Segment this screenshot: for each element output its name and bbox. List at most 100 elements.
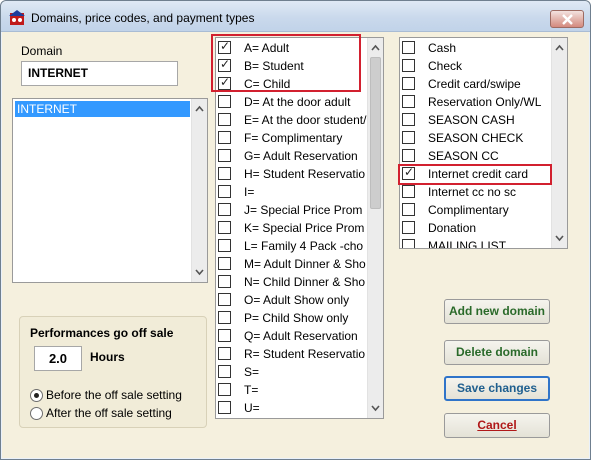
scroll-up-icon[interactable]	[368, 40, 383, 56]
cancel-button[interactable]: Cancel	[444, 413, 550, 438]
price-code-item[interactable]: F= Complimentary	[218, 129, 366, 147]
payment-type-item[interactable]: SEASON CASH	[402, 111, 550, 129]
payment-type-item[interactable]: Reservation Only/WL	[402, 93, 550, 111]
checkbox[interactable]	[218, 167, 231, 180]
payment-type-item-label: Internet cc no sc	[428, 185, 517, 199]
scroll-up-icon[interactable]	[192, 101, 207, 117]
checkbox[interactable]	[218, 329, 231, 342]
payment-type-item[interactable]: Donation	[402, 219, 550, 237]
checkbox[interactable]	[402, 203, 415, 216]
checkbox[interactable]	[402, 131, 415, 144]
price-code-item[interactable]: P= Child Show only	[218, 309, 366, 327]
price-code-item[interactable]: R= Student Reservatio	[218, 345, 366, 363]
price-code-item[interactable]: U=	[218, 399, 366, 417]
price-code-item[interactable]: J= Special Price Prom	[218, 201, 366, 219]
domain-list-item[interactable]: INTERNET	[15, 101, 190, 117]
delete-domain-button[interactable]: Delete domain	[444, 340, 550, 365]
payment-type-list[interactable]: Cash Check Credit card/swipe Reservation On…	[399, 37, 568, 249]
checkbox[interactable]	[402, 185, 415, 198]
scroll-up-icon[interactable]	[552, 40, 567, 56]
payment-type-item-label: SEASON CASH	[428, 113, 515, 127]
checkbox[interactable]	[402, 113, 415, 126]
checkbox[interactable]	[402, 77, 415, 90]
checkbox[interactable]	[218, 293, 231, 306]
checkbox[interactable]	[402, 59, 415, 72]
domain-list[interactable]: INTERNET	[12, 98, 208, 283]
offsale-title: Performances go off sale	[30, 326, 174, 340]
title-bar[interactable]: Domains, price codes, and payment types	[1, 1, 590, 32]
domain-field[interactable]: INTERNET	[21, 61, 178, 86]
scrollbar-thumb[interactable]	[370, 57, 381, 209]
price-code-item-label: T=	[244, 383, 259, 397]
checkbox[interactable]	[218, 383, 231, 396]
domain-list-scrollbar[interactable]	[191, 99, 207, 282]
price-code-item[interactable]: M= Adult Dinner & Sho	[218, 255, 366, 273]
add-domain-button[interactable]: Add new domain	[444, 299, 550, 324]
payment-type-item-label: Cash	[428, 41, 457, 55]
price-code-item[interactable]: L= Family 4 Pack -cho	[218, 237, 366, 255]
checkbox[interactable]	[218, 275, 231, 288]
radio-after-offsale[interactable]	[30, 407, 43, 420]
checkbox[interactable]	[218, 203, 231, 216]
payment-type-item[interactable]: Cash	[402, 39, 550, 57]
price-code-item[interactable]: H= Student Reservatio	[218, 165, 366, 183]
payment-type-item[interactable]: Complimentary	[402, 201, 550, 219]
price-code-item-label: F= Complimentary	[244, 131, 343, 145]
radio-before-label[interactable]: Before the off sale setting	[46, 388, 182, 402]
payment-type-item[interactable]: Check	[402, 57, 550, 75]
checkbox[interactable]	[402, 239, 415, 248]
close-button[interactable]	[550, 10, 584, 28]
checkbox[interactable]	[218, 311, 231, 324]
price-code-item[interactable]: O= Adult Show only	[218, 291, 366, 309]
dialog-window: Domains, price codes, and payment types …	[0, 0, 591, 460]
scroll-down-icon[interactable]	[368, 400, 383, 416]
checkbox[interactable]	[402, 221, 415, 234]
price-code-item-label: O= Adult Show only	[244, 293, 350, 307]
checkbox[interactable]	[402, 95, 415, 108]
price-code-item[interactable]: E= At the door student/	[218, 111, 366, 129]
payment-type-item[interactable]: Credit card/swipe	[402, 75, 550, 93]
checkbox[interactable]	[218, 185, 231, 198]
hours-label: Hours	[90, 350, 125, 364]
checkbox[interactable]	[218, 401, 231, 414]
price-code-list[interactable]: A= AdultB= StudentC= ChildD= At the door…	[215, 37, 384, 419]
checkbox[interactable]	[402, 149, 415, 162]
checkbox[interactable]	[218, 131, 231, 144]
price-code-scrollbar[interactable]	[367, 38, 383, 418]
hours-field[interactable]: 2.0	[34, 346, 82, 371]
price-code-item[interactable]: K= Special Price Prom	[218, 219, 366, 237]
payment-type-item[interactable]: MAILING LIST	[402, 237, 550, 248]
checkbox[interactable]	[218, 257, 231, 270]
payment-type-item[interactable]: SEASON CHECK	[402, 129, 550, 147]
price-code-item[interactable]: D= At the door adult	[218, 93, 366, 111]
checkbox[interactable]	[218, 95, 231, 108]
price-code-item-label: H= Student Reservatio	[244, 167, 366, 181]
price-code-item[interactable]: I=	[218, 183, 366, 201]
payment-type-item[interactable]: SEASON CC	[402, 147, 550, 165]
price-code-item[interactable]: Q= Adult Reservation	[218, 327, 366, 345]
payment-type-item-label: Complimentary	[428, 203, 509, 217]
price-code-item[interactable]: G= Adult Reservation	[218, 147, 366, 165]
radio-before-offsale[interactable]	[30, 389, 43, 402]
checkbox[interactable]	[218, 149, 231, 162]
checkbox[interactable]	[218, 221, 231, 234]
price-code-item[interactable]: N= Child Dinner & Sho	[218, 273, 366, 291]
checkbox[interactable]	[218, 113, 231, 126]
payment-type-item-label: Reservation Only/WL	[428, 95, 542, 109]
checkbox[interactable]	[218, 239, 231, 252]
price-code-item-label: E= At the door student/	[244, 113, 367, 127]
payment-type-scrollbar[interactable]	[551, 38, 567, 248]
save-changes-button[interactable]: Save changes	[444, 376, 550, 401]
price-code-item[interactable]: T=	[218, 381, 366, 399]
scroll-down-icon[interactable]	[192, 264, 207, 280]
checkbox[interactable]	[218, 347, 231, 360]
domain-label: Domain	[21, 44, 63, 58]
window-title: Domains, price codes, and payment types	[31, 11, 255, 25]
checkbox[interactable]	[218, 365, 231, 378]
price-code-item-label: L= Family 4 Pack -cho	[244, 239, 364, 253]
checkbox[interactable]	[402, 41, 415, 54]
scroll-down-icon[interactable]	[552, 230, 567, 246]
payment-type-item[interactable]: Internet cc no sc	[402, 183, 550, 201]
radio-after-label[interactable]: After the off sale setting	[46, 406, 172, 420]
price-code-item[interactable]: S=	[218, 363, 366, 381]
